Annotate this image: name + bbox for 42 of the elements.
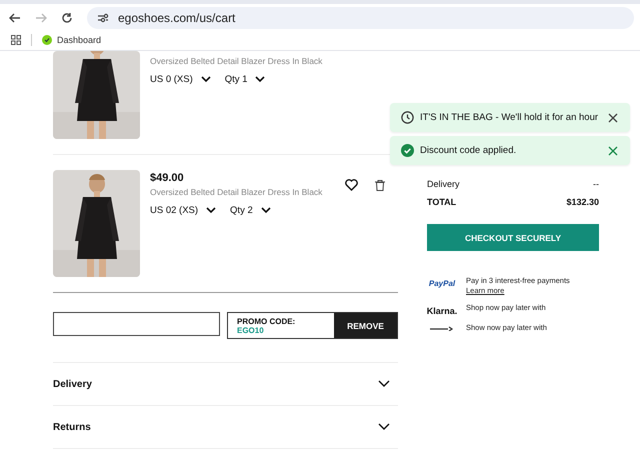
back-icon[interactable] <box>9 12 21 24</box>
heart-icon[interactable] <box>345 179 358 191</box>
site-logo-icon <box>42 35 52 45</box>
clearpay-logo <box>430 326 454 331</box>
quantity-dropdown[interactable]: Qty 1 <box>224 74 266 85</box>
clock-icon <box>401 111 414 124</box>
chevron-icon <box>378 423 390 431</box>
quantity-dropdown[interactable]: Qty 2 <box>230 205 271 216</box>
item-description: Oversized Belted Detail Blazer Dress In Black <box>150 56 322 66</box>
apps-icon[interactable] <box>11 35 21 45</box>
chevron-icon <box>255 76 266 83</box>
summary-label: TOTAL <box>427 197 456 207</box>
trash-icon[interactable] <box>375 180 385 190</box>
chevron-icon <box>200 76 211 83</box>
promo-code-label: PROMO CODE: <box>237 316 296 326</box>
check-circle-icon <box>401 144 414 157</box>
address-bar[interactable]: egoshoes.com/us/cart <box>87 6 634 28</box>
item-description: Oversized Belted Detail Blazer Dress In Black <box>150 187 322 197</box>
close-icon[interactable] <box>608 146 618 156</box>
toast-message: Discount code applied. <box>420 145 518 156</box>
paypal-logo: PayPal <box>428 279 456 288</box>
promo-code: EGO10 <box>237 326 265 334</box>
promo-code-field[interactable] <box>53 312 220 336</box>
size-dropdown[interactable]: US 0 (XS) <box>150 74 211 85</box>
close-icon[interactable] <box>608 112 618 122</box>
summary-value: $132.30 <box>566 197 599 207</box>
chevron-icon <box>260 207 271 214</box>
size-dropdown[interactable]: US 02 (XS) <box>150 205 216 216</box>
bookmark[interactable]: Dashboard <box>42 35 102 45</box>
summary-label: Delivery <box>427 179 460 189</box>
remove-button[interactable]: REMOVE <box>334 313 397 338</box>
summary-value: -- <box>593 179 599 189</box>
toast-message: IT'S IN THE BAG - We'll hold it for an hour <box>420 112 600 123</box>
accordion-row[interactable]: Delivery <box>53 363 398 406</box>
checkout-button[interactable]: CHECKOUT SECURELY <box>427 224 599 251</box>
accordion-row[interactable]: Returns <box>53 406 398 449</box>
item-price: $49.00 <box>150 172 185 184</box>
reload-icon[interactable] <box>61 12 73 24</box>
chevron-icon <box>378 380 390 388</box>
klarna-logo: Klarna. <box>426 306 458 316</box>
chevron-icon <box>206 207 216 214</box>
site-settings-icon[interactable] <box>97 12 109 22</box>
